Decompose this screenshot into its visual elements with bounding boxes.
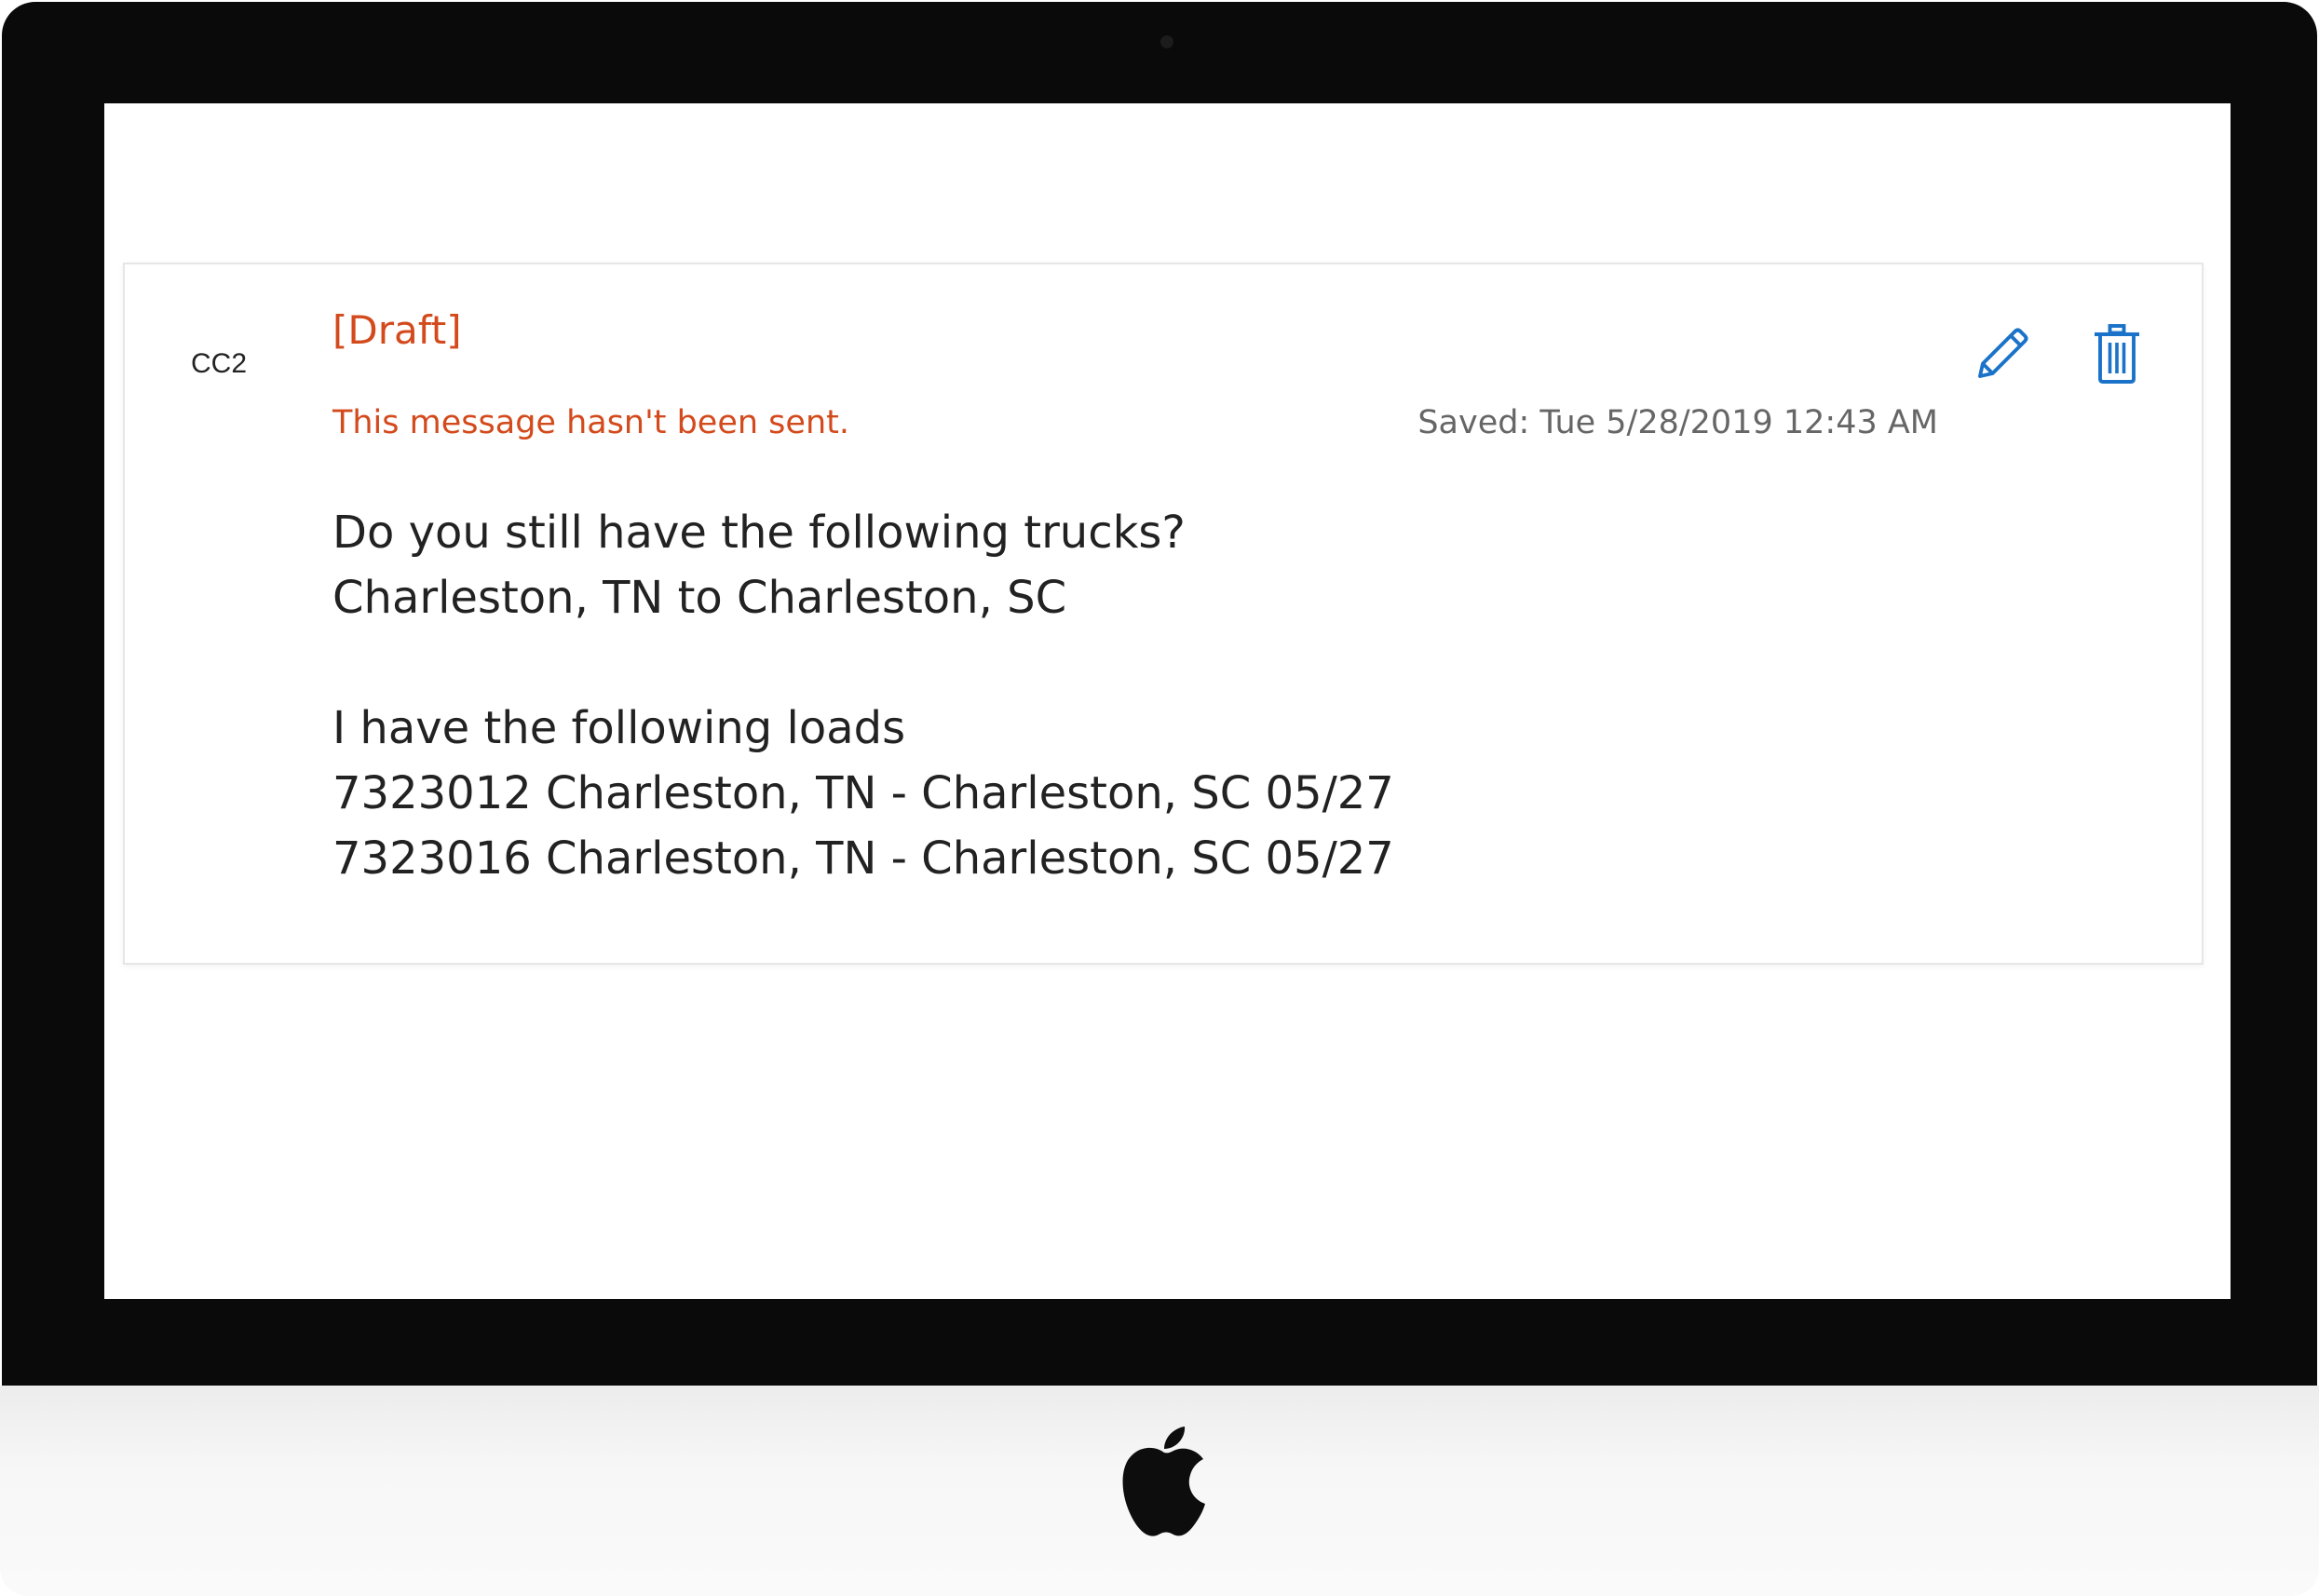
draft-message-card[interactable]: CC2 [Draft] This message hasn't been sen… [123, 263, 2204, 965]
saved-timestamp: Saved: Tue 5/28/2019 12:43 AM [1417, 404, 1938, 441]
draft-notice: This message hasn't been sent. [332, 404, 849, 441]
sender-name: CC2 [191, 348, 248, 379]
screen: CC2 [Draft] This message hasn't been sen… [104, 103, 2231, 1299]
body-line: 7323016 Charleston, TN - Charleston, SC … [332, 832, 1394, 885]
delete-draft-button[interactable] [2083, 320, 2150, 387]
draft-label: [Draft] [332, 307, 462, 353]
body-line: I have the following loads [332, 702, 906, 754]
camera-icon [1160, 35, 1173, 48]
body-line [332, 630, 1394, 696]
imac-device: CC2 [Draft] This message hasn't been sen… [0, 0, 2319, 1596]
trash-icon [2095, 324, 2139, 384]
body-line: Charleston, TN to Charleston, SC [332, 572, 1067, 624]
pencil-icon [1978, 328, 2028, 378]
message-body: Do you still have the following trucks? … [332, 500, 1394, 891]
body-line: Do you still have the following trucks? [332, 507, 1186, 559]
body-line: 7323012 Charleston, TN - Charleston, SC … [332, 767, 1394, 819]
edit-draft-button[interactable] [1969, 320, 2036, 387]
apple-logo-icon [1122, 1427, 1205, 1536]
